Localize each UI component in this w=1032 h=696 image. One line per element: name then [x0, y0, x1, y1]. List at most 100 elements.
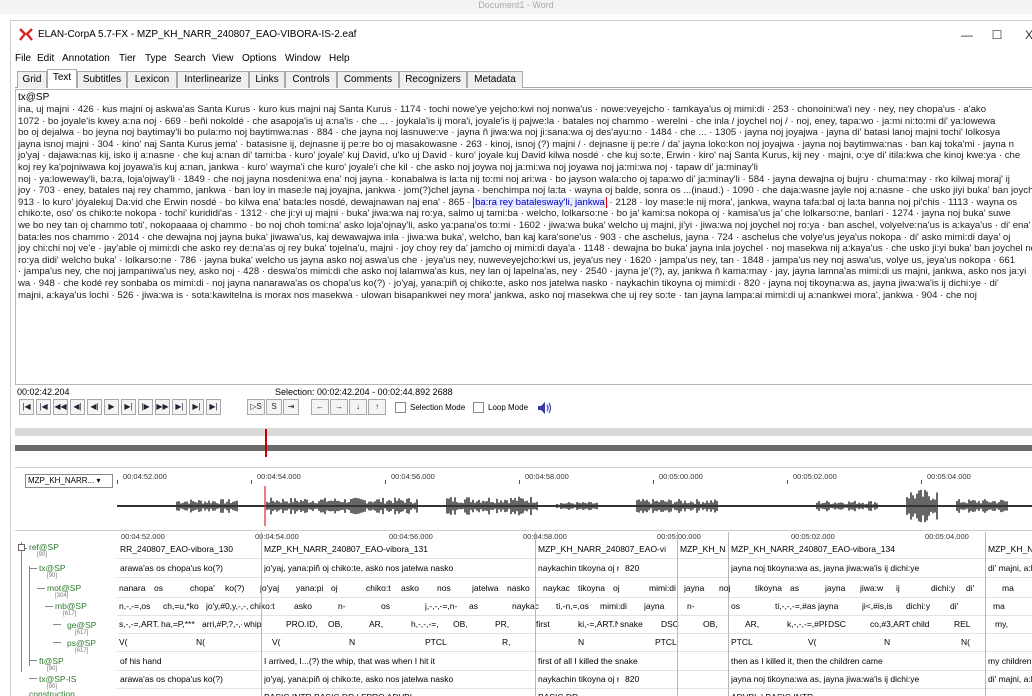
annotation-cell[interactable]: noj	[719, 583, 752, 593]
speaker-icon[interactable]	[537, 401, 553, 415]
annotation-cell[interactable]: ch,=u,*ko	[163, 601, 205, 611]
annotation-cell[interactable]: DSC	[661, 619, 701, 629]
tier-collapse-toggle[interactable]	[18, 544, 25, 551]
annotation-cell[interactable]: snake	[620, 619, 660, 629]
previous-annotation-button[interactable]: ←	[311, 399, 329, 415]
text-view-line[interactable]: jayna isnoj majni · 304 · kino' naj Sant…	[18, 139, 1032, 151]
second-back-button[interactable]: ◀◀	[53, 399, 68, 415]
annotation-cell[interactable]: n-	[338, 601, 380, 611]
annotation-cell[interactable]: ha,=P,***	[161, 619, 201, 629]
text-view-line[interactable]: koj rey ka'pojniwawa koj joyawa'is kuj a…	[18, 162, 1032, 174]
text-view-line[interactable]: majni, a:kaya'us lochi · 526 · jiwa:wa i…	[18, 290, 1032, 302]
annotation-cell[interactable]: jiwa:w	[860, 583, 893, 593]
annotation-cell[interactable]: ADVBL | BASIC INTR	[731, 692, 1032, 696]
tier-name-construction[interactable]: construction	[29, 689, 75, 696]
annotation-cell[interactable]: ji<,#is,is	[862, 601, 904, 611]
frame-back-button[interactable]: ◀|	[70, 399, 85, 415]
timeline-ruler[interactable]	[15, 428, 1032, 466]
tier-name-ref[interactable]: ref@SP	[29, 542, 59, 552]
annotation-cell[interactable]: naykachin tikoyna oj mimi:di	[538, 674, 619, 684]
annotation-cell[interactable]: j,-,-,-=,n-	[425, 601, 467, 611]
annotation-cell[interactable]: N(	[196, 637, 271, 647]
annotation-cell[interactable]: dichi:y	[906, 601, 948, 611]
annotation-cell[interactable]: n,-,-=,os	[119, 601, 161, 611]
annotation-cell[interactable]: chopa'	[190, 583, 223, 593]
annotation-cell[interactable]: V(	[119, 637, 194, 647]
maximize-button[interactable]: ☐	[983, 25, 1011, 45]
text-view-line[interactable]: wa · 948 · che kodé rey sonbaba os mimi:…	[18, 278, 1032, 290]
play-button[interactable]: ▶	[104, 399, 119, 415]
waveform-tier-select[interactable]: MZP_KH_NARR... ▾	[25, 474, 113, 488]
annotation-cell[interactable]: s,-,-=,ART.N,	[119, 619, 159, 629]
menu-tier[interactable]: Tier	[119, 53, 136, 64]
highlighted-annotation[interactable]: ba:ra rey batalesway'li, jankwa	[473, 196, 607, 209]
annotation-cell[interactable]: jayna	[825, 583, 858, 593]
annotation-cell[interactable]: as	[790, 583, 823, 593]
tier-name-ft[interactable]: ft@SP	[39, 656, 64, 666]
extra-forward-button[interactable]: ▶|	[206, 399, 221, 415]
annotation-cell[interactable]: jo'yaj	[260, 583, 293, 593]
annotation-cell[interactable]: BASIC INTR BASIC DR | FPRO ADVBL	[264, 692, 532, 696]
annotation-cell[interactable]: REL	[954, 619, 994, 629]
annotation-cell[interactable]: my children,	[988, 656, 1032, 666]
annotation-cell[interactable]: jayna	[684, 583, 717, 593]
tab-metadata[interactable]: Metadata	[467, 71, 523, 88]
annotation-cell[interactable]: V(	[808, 637, 883, 647]
text-view-line[interactable]: · jampa'us ney, che noj jampaniwa'us ney…	[18, 266, 1032, 278]
annotation-grid[interactable]: 00:04:52.000 00:04:54.000 00:04:56.000 00:0…	[117, 532, 1032, 696]
annotation-cell[interactable]: R,	[502, 637, 577, 647]
annotation-cell[interactable]: DSC	[828, 619, 868, 629]
annotation-cell[interactable]: child	[912, 619, 952, 629]
playhead-cursor[interactable]	[265, 429, 267, 457]
annotation-cell[interactable]: ma	[1002, 583, 1032, 593]
annotation-cell[interactable]: h,-,-,-=,	[411, 619, 451, 629]
annotation-cell[interactable]: V(	[272, 637, 347, 647]
waveform[interactable]	[117, 486, 1032, 526]
annotation-cell[interactable]: then as I killed it, then the children c…	[731, 656, 982, 666]
play-selection-button[interactable]: ▷S	[247, 399, 265, 415]
clear-selection-button[interactable]: S	[266, 399, 282, 415]
loop-mode-checkbox[interactable]	[473, 402, 484, 413]
annotation-cell[interactable]: dichi:y	[931, 583, 964, 593]
text-view-line[interactable]: we bo ney tan oj chammo toti', nokopaaaa…	[18, 220, 1032, 232]
annotation-cell[interactable]: os	[154, 583, 187, 593]
annotation-cell[interactable]: BASIC DR	[538, 692, 725, 696]
annotation-cell[interactable]: ma	[993, 601, 1032, 611]
annotation-cell[interactable]: nos	[437, 583, 470, 593]
frame-forward-button[interactable]: |▶	[138, 399, 153, 415]
annotation-cell[interactable]: oj	[613, 583, 646, 593]
annotation-cell[interactable]: as	[469, 601, 511, 611]
annotation-cell[interactable]: my,	[995, 619, 1032, 629]
waveform-panel[interactable]: MZP_KH_NARR... ▾ 00:04:52.000 00:04:54.00…	[15, 467, 1032, 531]
annotation-cell[interactable]: ko(?)	[225, 583, 258, 593]
menu-options[interactable]: Options	[242, 53, 276, 64]
tab-controls[interactable]: Controls	[285, 71, 337, 88]
go-to-end-button[interactable]: ▶|	[189, 399, 204, 415]
toggle-selection-button[interactable]: ⇥	[283, 399, 299, 415]
annotation-cell[interactable]: AR,	[369, 619, 409, 629]
annotation-cell[interactable]: N	[578, 637, 653, 647]
annotation-cell[interactable]: co,#3,ART.P,	[870, 619, 910, 629]
annotation-cell[interactable]: MZP_KH_NARR_240807_EAO-vibora_131	[264, 544, 532, 554]
annotation-cell[interactable]: ti,-,-,-=,#as	[775, 601, 817, 611]
text-view-line[interactable]: bo oj dejalwa · bo jeyna noj baytimay'li…	[18, 127, 1032, 139]
annotation-cell[interactable]: di'	[966, 583, 999, 593]
annotation-cell[interactable]: ti,-n,=,os	[556, 601, 598, 611]
annotation-cell[interactable]: jo'y,#0,y,-,-,-=,os	[206, 601, 248, 611]
annotation-cell[interactable]: chiko:t	[366, 583, 399, 593]
annotation-cell[interactable]: OB,	[453, 619, 493, 629]
pixel-forward-button[interactable]: ▶|	[121, 399, 136, 415]
text-view-line[interactable]: joy chi:chi noj ve'e · jay'able oj mimi:…	[18, 243, 1032, 255]
annotation-cell[interactable]: I arrived, I...(?) the whip, that was wh…	[264, 656, 532, 666]
annotation-cell[interactable]: nanara	[119, 583, 152, 593]
minimize-button[interactable]: —	[953, 25, 981, 45]
annotation-cell[interactable]: of his hand	[120, 656, 258, 666]
text-view-line[interactable]: noj · ya:loweway'li, ba:ra, loja'ojway'l…	[18, 174, 1032, 186]
annotation-cell[interactable]: N	[349, 637, 424, 647]
annotation-cell[interactable]: MZP_KH_NARR_240807_EAO-vibora_134	[731, 544, 982, 554]
annotation-cell[interactable]: whip	[244, 619, 284, 629]
timeline-scale[interactable]	[15, 445, 1032, 451]
annotation-cell[interactable]: os	[381, 601, 423, 611]
annotation-cell[interactable]: n-	[687, 601, 729, 611]
text-view-line[interactable]: chiko:te, oso' os chiko:te nokopa · toch…	[18, 208, 1032, 220]
